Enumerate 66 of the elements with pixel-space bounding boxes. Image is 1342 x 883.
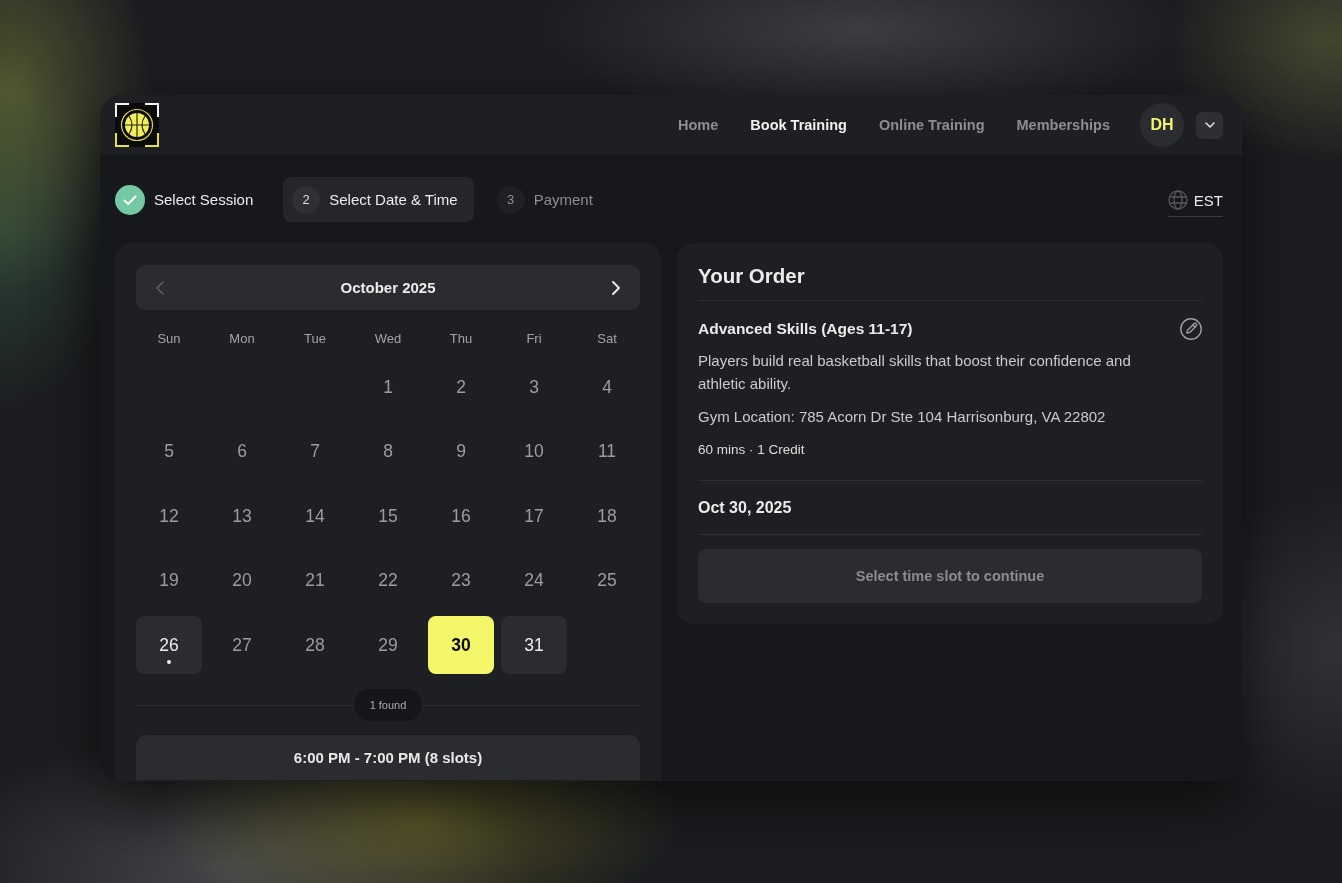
weekday-label: Fri	[525, 330, 543, 348]
progress-step[interactable]: 2 Select Date & Time	[283, 177, 474, 222]
weekday-label: Mon	[228, 330, 256, 348]
step-number: 3	[496, 185, 525, 214]
time-slot-button[interactable]: 6:00 PM - 7:00 PM (8 slots)	[136, 735, 640, 780]
calendar-day[interactable]: 21	[282, 551, 348, 610]
nav-link[interactable]: Memberships	[1016, 117, 1110, 133]
calendar-day[interactable]: 26	[136, 616, 202, 674]
session-duration-credits: 60 mins · 1 Credit	[698, 441, 806, 459]
calendar-day[interactable]: 3	[501, 358, 567, 416]
nav-link[interactable]: Online Training	[878, 117, 985, 133]
calendar-day[interactable]: 29	[355, 616, 421, 674]
weekday-label: Tue	[303, 330, 327, 348]
globe-icon	[1167, 190, 1188, 210]
calendar-day[interactable]: 4	[574, 358, 640, 416]
calendar-day[interactable]: 24	[501, 551, 567, 610]
calendar-day[interactable]: 15	[355, 487, 421, 545]
calendar-day[interactable]: 17	[501, 487, 567, 545]
calendar-day[interactable]: 13	[209, 487, 275, 545]
user-avatar[interactable]: DH	[1140, 103, 1184, 147]
calendar-day[interactable]: 22	[355, 551, 421, 610]
step-number: 2	[292, 185, 321, 214]
session-name: Advanced Skills (Ages 11-17)	[698, 320, 913, 338]
calendar-day[interactable]: 11	[574, 422, 640, 481]
calendar-day[interactable]: 16	[428, 487, 494, 545]
calendar-day[interactable]: 28	[282, 616, 348, 674]
calendar-day[interactable]: 6	[209, 422, 275, 481]
calendar-day[interactable]: 8	[355, 422, 421, 481]
order-title: Your Order	[698, 264, 806, 288]
calendar-day[interactable]: 9	[428, 422, 494, 481]
month-title: October 2025	[340, 279, 436, 296]
check-circle-icon	[115, 184, 145, 215]
edit-icon[interactable]	[1180, 318, 1202, 340]
selected-date: Oct 30, 2025	[698, 498, 793, 518]
weekday-label: Sun	[156, 330, 182, 348]
gym-location: Gym Location: 785 Acorn Dr Ste 104 Harrisonburg, VA 22802	[698, 407, 1107, 427]
calendar-day[interactable]: 27	[209, 616, 275, 674]
session-description: Players build real basketball skills that boost their confidence and athletic ability.	[698, 351, 1132, 394]
calendar-day[interactable]: 25	[574, 551, 640, 610]
calendar-day[interactable]: 31	[501, 616, 567, 674]
calendar-day[interactable]: 10	[501, 422, 567, 481]
calendar-day[interactable]: 19	[136, 551, 202, 610]
weekday-label: Wed	[373, 330, 403, 348]
timezone-selector[interactable]: EST	[1167, 184, 1223, 217]
calendar-day[interactable]: 14	[282, 487, 348, 545]
calendar-day[interactable]: 2	[428, 358, 494, 416]
progress-step[interactable]: Select Session	[115, 177, 270, 222]
calendar-day[interactable]: 23	[428, 551, 494, 610]
account-menu-button[interactable]	[1196, 111, 1223, 139]
calendar-day[interactable]: 7	[282, 422, 348, 481]
nav-link[interactable]: Home	[678, 117, 719, 133]
chevron-right-icon	[612, 280, 620, 295]
results-count: 1 found	[353, 689, 423, 721]
calendar-day[interactable]: 20	[209, 551, 275, 610]
chevron-left-icon	[156, 280, 164, 295]
weekday-label: Sat	[596, 330, 618, 348]
calendar-day[interactable]: 30	[428, 616, 494, 674]
calendar-day[interactable]: 18	[574, 487, 640, 545]
nav-link[interactable]: Book Training	[750, 117, 847, 133]
calendar-day[interactable]: 12	[136, 487, 202, 545]
weekday-label: Thu	[448, 330, 474, 348]
calendar-day[interactable]: 5	[136, 422, 202, 481]
chevron-down-icon	[1204, 122, 1215, 128]
basketball-logo-icon[interactable]	[115, 103, 159, 147]
progress-step[interactable]: 3 Payment	[487, 177, 609, 222]
calendar-day[interactable]: 1	[355, 358, 421, 416]
